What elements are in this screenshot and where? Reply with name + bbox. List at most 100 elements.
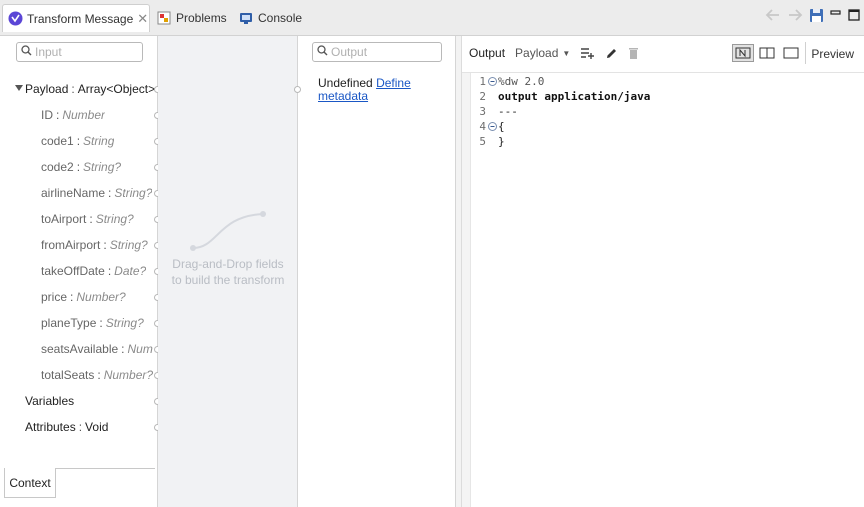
minimize-icon[interactable]	[830, 9, 842, 21]
mapping-canvas[interactable]: Drag-and-Drop fields to build the transf…	[158, 36, 298, 507]
payload-select[interactable]: Payload ▼	[515, 46, 570, 60]
node-type: Number?	[103, 368, 153, 382]
tree-node-field[interactable]: airlineName: String?	[41, 184, 152, 202]
tree-node-field[interactable]: totalSeats: Number?	[41, 366, 153, 384]
output-metadata-status: Undefined Define metadata	[318, 77, 446, 103]
tab-transform-message[interactable]: Transform Message ✕	[2, 4, 150, 32]
node-name: Attributes	[25, 420, 76, 434]
code-text: }	[498, 135, 505, 148]
code-line: 1 %dw 2.0	[476, 74, 544, 89]
output-search-box[interactable]	[312, 42, 442, 62]
type-separator: :	[108, 186, 112, 200]
toolbar-divider	[805, 42, 806, 64]
context-tab-divider	[55, 468, 155, 469]
drag-curve-icon	[190, 211, 266, 251]
node-name: Variables	[25, 394, 75, 408]
editor-margin	[462, 73, 471, 507]
node-type: Number	[62, 108, 106, 122]
dropdown-arrow-icon: ▼	[562, 48, 571, 58]
tree-node-field[interactable]: price: Number?	[41, 288, 126, 306]
code-line: 2 output application/java	[476, 89, 650, 104]
editor-tab-bar: Transform Message ✕ Problems Console	[0, 0, 864, 36]
code-text: output application/java	[498, 90, 651, 103]
node-type: Void	[85, 420, 109, 434]
type-separator: :	[121, 342, 125, 356]
node-type: String?	[83, 160, 122, 174]
fold-minus-icon[interactable]	[487, 122, 497, 131]
type-separator: :	[99, 316, 103, 330]
search-icon	[317, 45, 328, 59]
tree-node-field[interactable]: fromAirport: String?	[41, 236, 148, 254]
tab-context[interactable]: Context	[4, 468, 56, 498]
node-name: code2	[41, 160, 74, 174]
type-separator: :	[107, 264, 112, 278]
close-icon[interactable]: ✕	[137, 11, 148, 27]
node-name: airlineName	[41, 186, 106, 200]
node-type: Numb	[127, 342, 153, 356]
node-type: String?	[105, 316, 144, 330]
add-target-icon[interactable]	[580, 47, 595, 59]
node-name: planeType	[41, 316, 97, 330]
output-panel: Undefined Definemetadata	[294, 36, 456, 507]
tree-node-field[interactable]: code2: String?	[41, 158, 121, 176]
preview-button[interactable]: Preview	[811, 47, 854, 61]
mapping-connector[interactable]	[294, 86, 301, 93]
line-number: 2	[479, 90, 486, 103]
input-search-box[interactable]	[16, 42, 143, 62]
type-separator: :	[76, 160, 81, 174]
hint-line: to build the transform	[171, 273, 285, 287]
node-type: Number?	[76, 290, 126, 304]
layout-single-icon[interactable]	[780, 44, 802, 62]
type-separator: :	[56, 108, 60, 122]
fold-minus-icon[interactable]	[487, 77, 497, 86]
type-separator: :	[97, 368, 101, 382]
status-text: Undefined	[318, 76, 373, 90]
output-search-field[interactable]	[331, 45, 441, 59]
node-name: Payload	[25, 82, 69, 96]
type-separator: :	[70, 290, 74, 304]
layout-code-only-icon[interactable]	[732, 44, 754, 62]
tree-node-field[interactable]: ID: Number	[41, 106, 105, 124]
editor-toolbar: Output Payload ▼	[462, 36, 864, 70]
output-label: Output	[469, 46, 506, 60]
tree-node-field[interactable]: toAirport: String?	[41, 210, 134, 228]
node-type: String?	[95, 212, 134, 226]
tab-console[interactable]: Console	[238, 6, 302, 30]
search-icon	[21, 45, 32, 59]
code-text: %dw 2.0	[498, 75, 545, 88]
line-number: 3	[479, 105, 486, 118]
view-toolbar	[765, 6, 860, 24]
tree-node-attributes[interactable]: Attributes : Void	[25, 418, 108, 436]
expand-triangle-icon[interactable]	[14, 82, 24, 96]
code-editor[interactable]: 1 %dw 2.0 2 output application/java 3 --- 4{5}	[462, 72, 864, 507]
drag-drop-hint: Drag-and-Drop fields to build the transf…	[158, 256, 298, 288]
tree-node-field[interactable]: code1: String	[41, 132, 114, 150]
back-arrow-icon[interactable]	[765, 8, 781, 22]
layout-split-icon[interactable]	[756, 44, 778, 62]
node-type: String?	[114, 186, 153, 200]
tree-node-field[interactable]: planeType: String?	[41, 314, 144, 332]
tree-node-variables[interactable]: Variables	[25, 392, 74, 410]
line-number: 1	[479, 75, 486, 88]
input-panel: Payload : Array<Object> ID:Number code1:S…	[0, 36, 161, 507]
forward-arrow-icon[interactable]	[787, 8, 803, 22]
edit-pencil-icon[interactable]	[605, 47, 618, 60]
layout-toggle-group	[732, 44, 802, 62]
select-value: Payload	[515, 46, 559, 60]
type-separator: :	[78, 420, 83, 434]
save-icon[interactable]	[809, 8, 824, 23]
tree-node-field[interactable]: takeOffDate: Date?	[41, 262, 146, 280]
console-icon	[238, 10, 254, 26]
type-separator: :	[89, 212, 93, 226]
input-search-field[interactable]	[35, 45, 142, 59]
tab-problems[interactable]: Problems	[156, 6, 227, 30]
tree-node-payload[interactable]: Payload : Array<Object>	[14, 80, 155, 98]
node-type: Array<Object>	[77, 82, 156, 96]
delete-trash-icon[interactable]	[628, 47, 639, 60]
maximize-icon[interactable]	[848, 9, 860, 21]
code-line: 3 ---	[476, 104, 518, 119]
tab-label: Console	[258, 11, 303, 25]
tab-label: Context	[9, 475, 51, 490]
type-separator: :	[76, 134, 81, 148]
tree-node-field[interactable]: seatsAvailable:Numb	[41, 340, 153, 358]
